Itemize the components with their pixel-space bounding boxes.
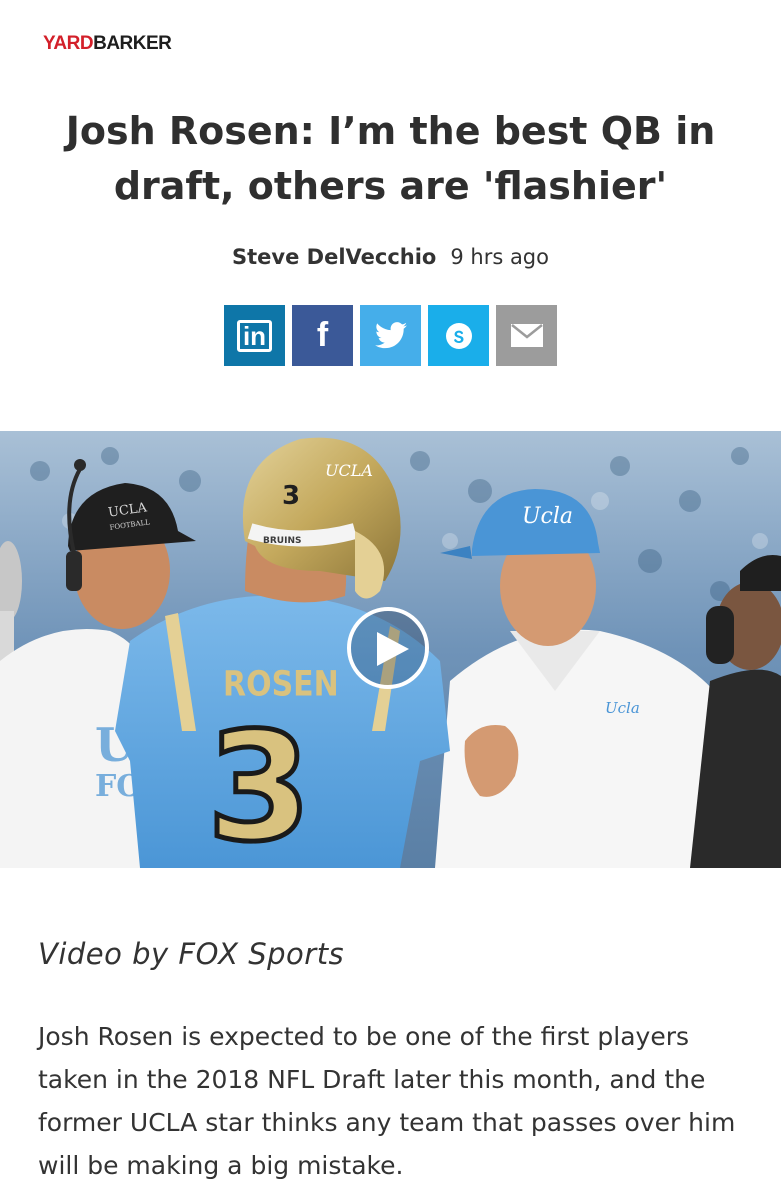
- share-skype-button[interactable]: [428, 305, 489, 366]
- jersey-number: 3: [207, 701, 311, 868]
- linkedin-icon: in: [236, 319, 273, 352]
- helmet-text: BRUINS: [263, 536, 301, 546]
- video-player[interactable]: UCLA FOOTBALL U C FO Ucla Ucla 3 BRUINS …: [0, 431, 781, 868]
- author-name[interactable]: Steve DelVecchio: [232, 245, 436, 269]
- article-body: Josh Rosen is expected to be one of the …: [38, 1022, 736, 1180]
- byline: Steve DelVecchio 9 hrs ago: [0, 243, 781, 271]
- logo-part-yard: YARD: [43, 33, 94, 54]
- play-button[interactable]: [347, 607, 429, 689]
- coach-shirt-logo: Ucla: [605, 699, 640, 717]
- share-email-button[interactable]: [496, 305, 557, 366]
- share-facebook-button[interactable]: f: [292, 305, 353, 366]
- share-twitter-button[interactable]: [360, 305, 421, 366]
- jersey-name: ROSEN: [223, 663, 339, 704]
- twitter-icon: [374, 322, 407, 349]
- play-icon: [377, 632, 409, 666]
- share-linkedin-button[interactable]: in: [224, 305, 285, 366]
- skype-icon: [445, 322, 472, 349]
- logo-part-barker: BARKER: [93, 33, 172, 54]
- site-logo[interactable]: YARDBARKER: [43, 33, 172, 55]
- facebook-icon: f: [316, 316, 329, 354]
- video-caption: Video by FOX Sports: [38, 937, 345, 971]
- coach-cap-logo: Ucla: [522, 504, 573, 529]
- share-bar: in f: [224, 305, 557, 366]
- email-icon: [510, 324, 543, 347]
- publish-time: 9 hrs ago: [450, 245, 549, 269]
- helmet-logo: UCLA: [325, 461, 373, 480]
- article-headline: Josh Rosen: I’m the best QB in draft, ot…: [65, 109, 716, 208]
- helmet-number: 3: [282, 481, 300, 511]
